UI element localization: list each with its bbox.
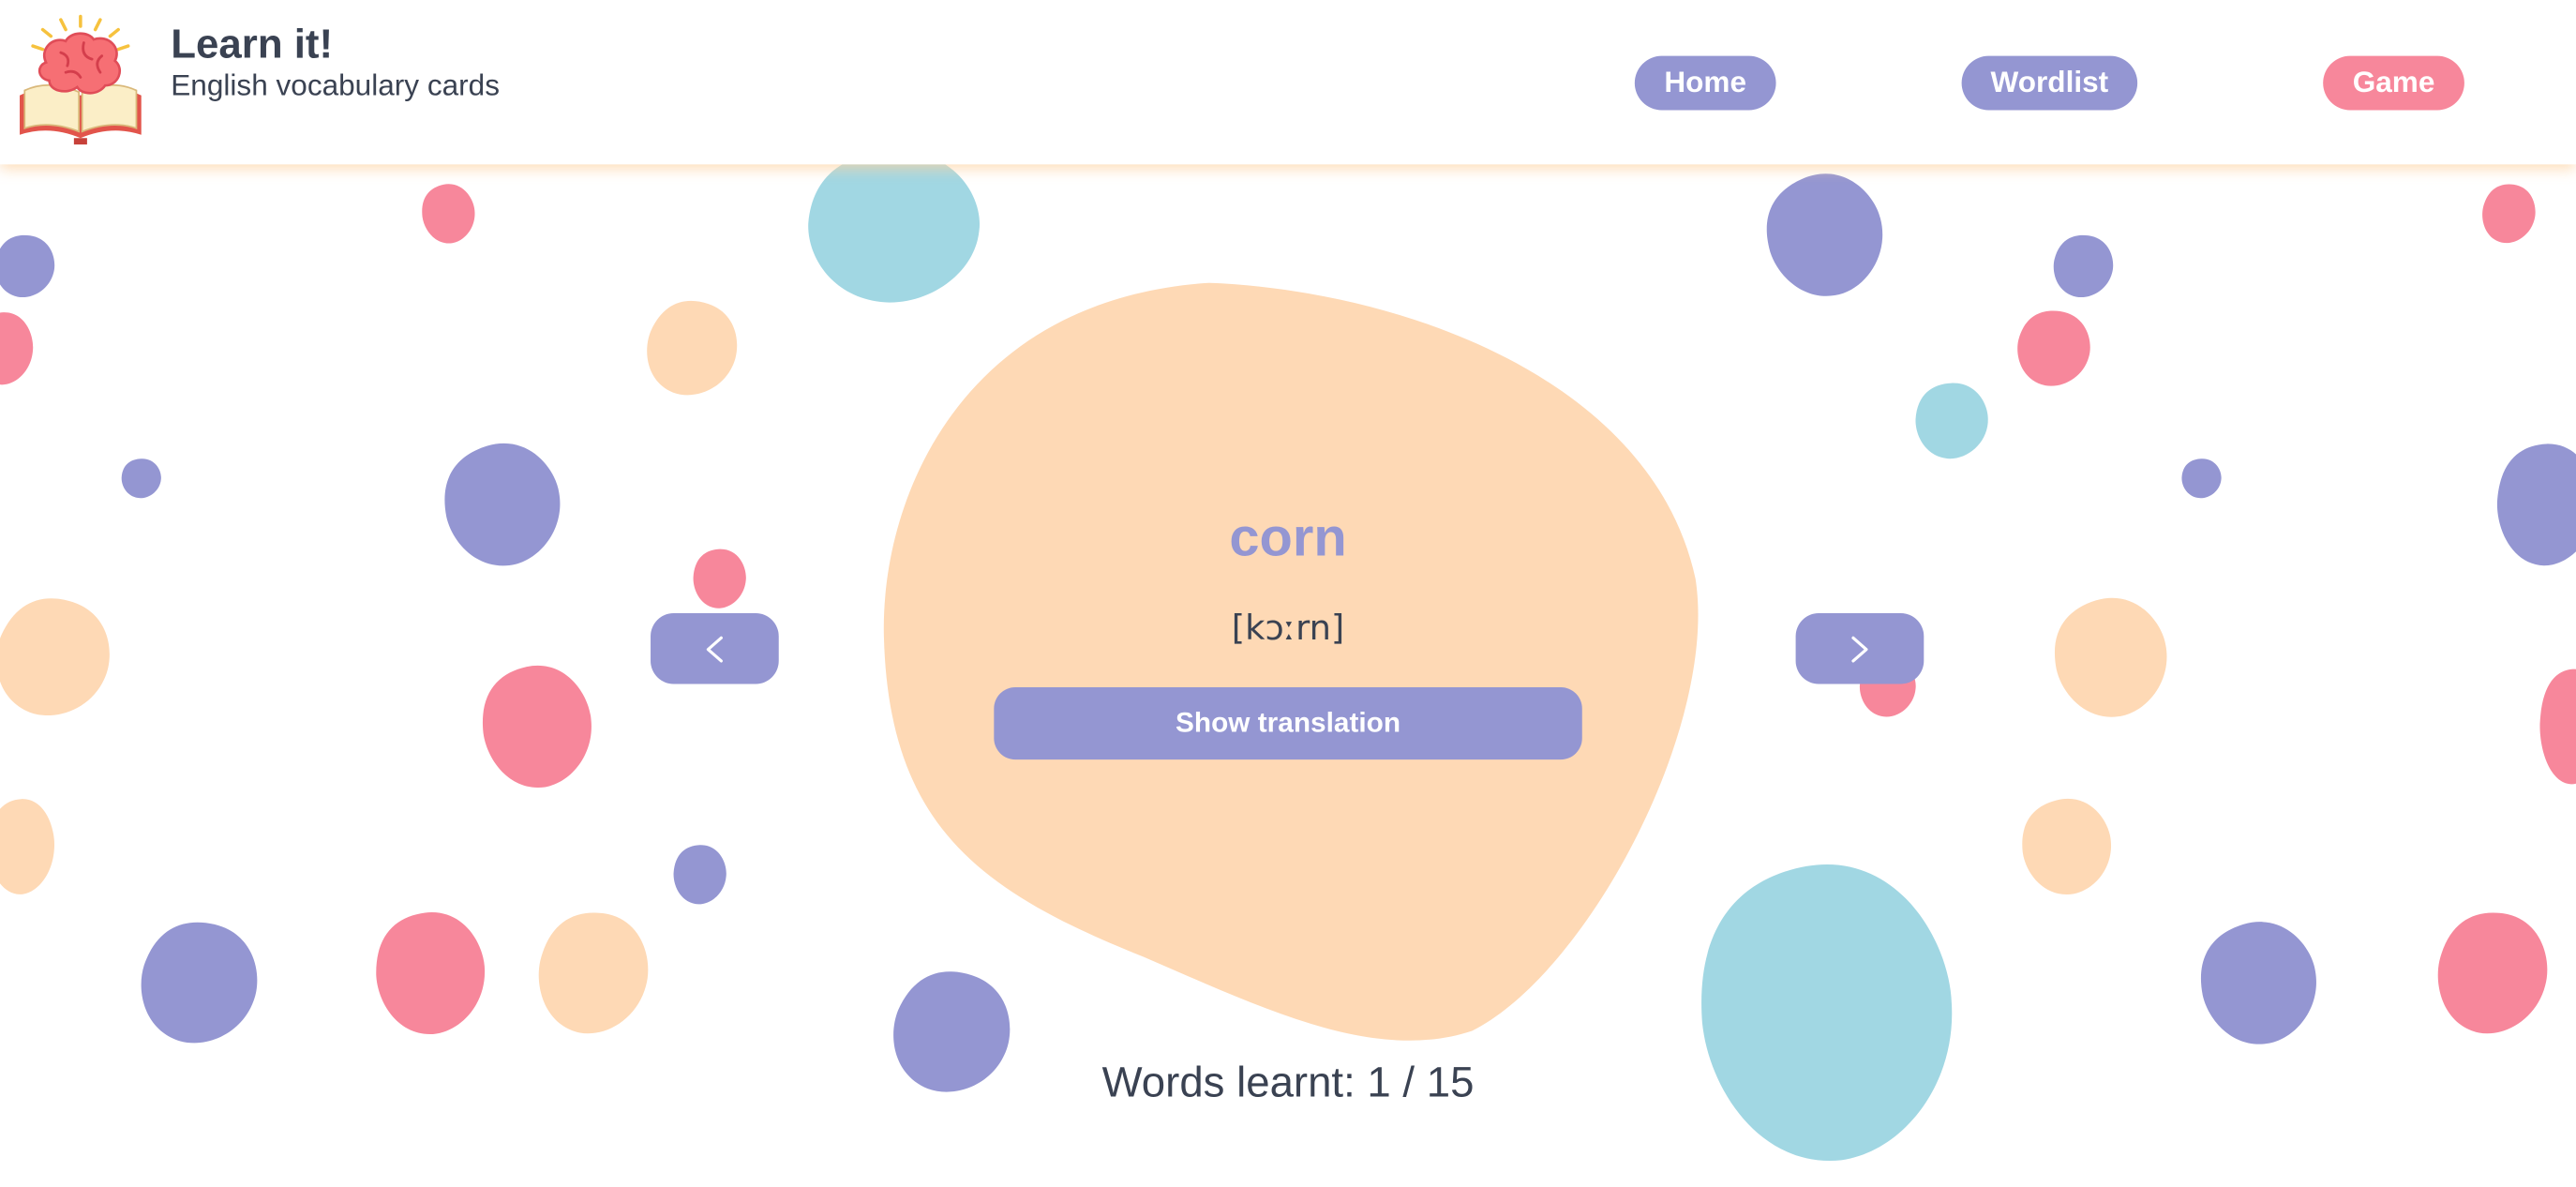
decorative-blob <box>808 151 981 303</box>
top-header: Learn it! English vocabulary cards Home … <box>0 0 2576 165</box>
decorative-blob <box>141 922 258 1044</box>
show-translation-button[interactable]: Show translation <box>994 686 1582 760</box>
decorative-blob <box>482 665 592 788</box>
decorative-blob <box>2055 597 2167 717</box>
decorative-blob <box>693 548 746 609</box>
decorative-blob <box>2053 234 2114 298</box>
nav-game-button[interactable]: Game <box>2323 55 2464 111</box>
chevron-right-icon <box>1851 635 1868 662</box>
decorative-blob <box>2181 458 2222 499</box>
brain-on-book-logo <box>20 14 142 145</box>
decorative-blob <box>444 443 561 566</box>
app-viewport: Learn it! English vocabulary cards Home … <box>0 0 2576 1187</box>
decorative-blob <box>0 799 54 894</box>
word-card-blob <box>883 282 1699 1041</box>
decorative-blob <box>2482 184 2536 244</box>
app-title: Learn it! <box>171 21 334 68</box>
card-word: corn <box>1229 506 1347 567</box>
decorative-blob <box>0 234 55 298</box>
chevron-left-icon <box>706 635 723 662</box>
words-learnt-counter: Words learnt: 1 / 15 <box>1101 1057 1475 1107</box>
decorative-blob <box>647 301 738 396</box>
decorative-blob <box>376 912 486 1034</box>
decorative-blob <box>1701 864 1953 1161</box>
decorative-blob <box>2437 912 2548 1034</box>
app-subtitle: English vocabulary cards <box>171 68 500 102</box>
decorative-blob <box>121 458 161 499</box>
decorative-blob <box>2539 669 2576 785</box>
decorative-blob <box>673 845 726 905</box>
decorative-blob <box>1915 383 1988 459</box>
decorative-blob <box>0 598 110 715</box>
previous-card-button[interactable] <box>651 613 779 684</box>
nav-home-button[interactable]: Home <box>1634 55 1776 111</box>
decorative-blob <box>422 184 475 244</box>
decorative-blob <box>2496 443 2576 566</box>
card-transcription: [kɔːrn] <box>1231 608 1345 648</box>
nav-wordlist-button[interactable]: Wordlist <box>1961 55 2138 111</box>
decorative-blob <box>538 912 649 1034</box>
decorative-blob <box>0 312 34 385</box>
decorative-blob <box>1766 173 1883 296</box>
decorative-blob <box>2017 310 2090 386</box>
decorative-blob <box>2022 798 2111 894</box>
decorative-blob <box>2200 922 2316 1044</box>
next-card-button[interactable] <box>1795 613 1925 684</box>
